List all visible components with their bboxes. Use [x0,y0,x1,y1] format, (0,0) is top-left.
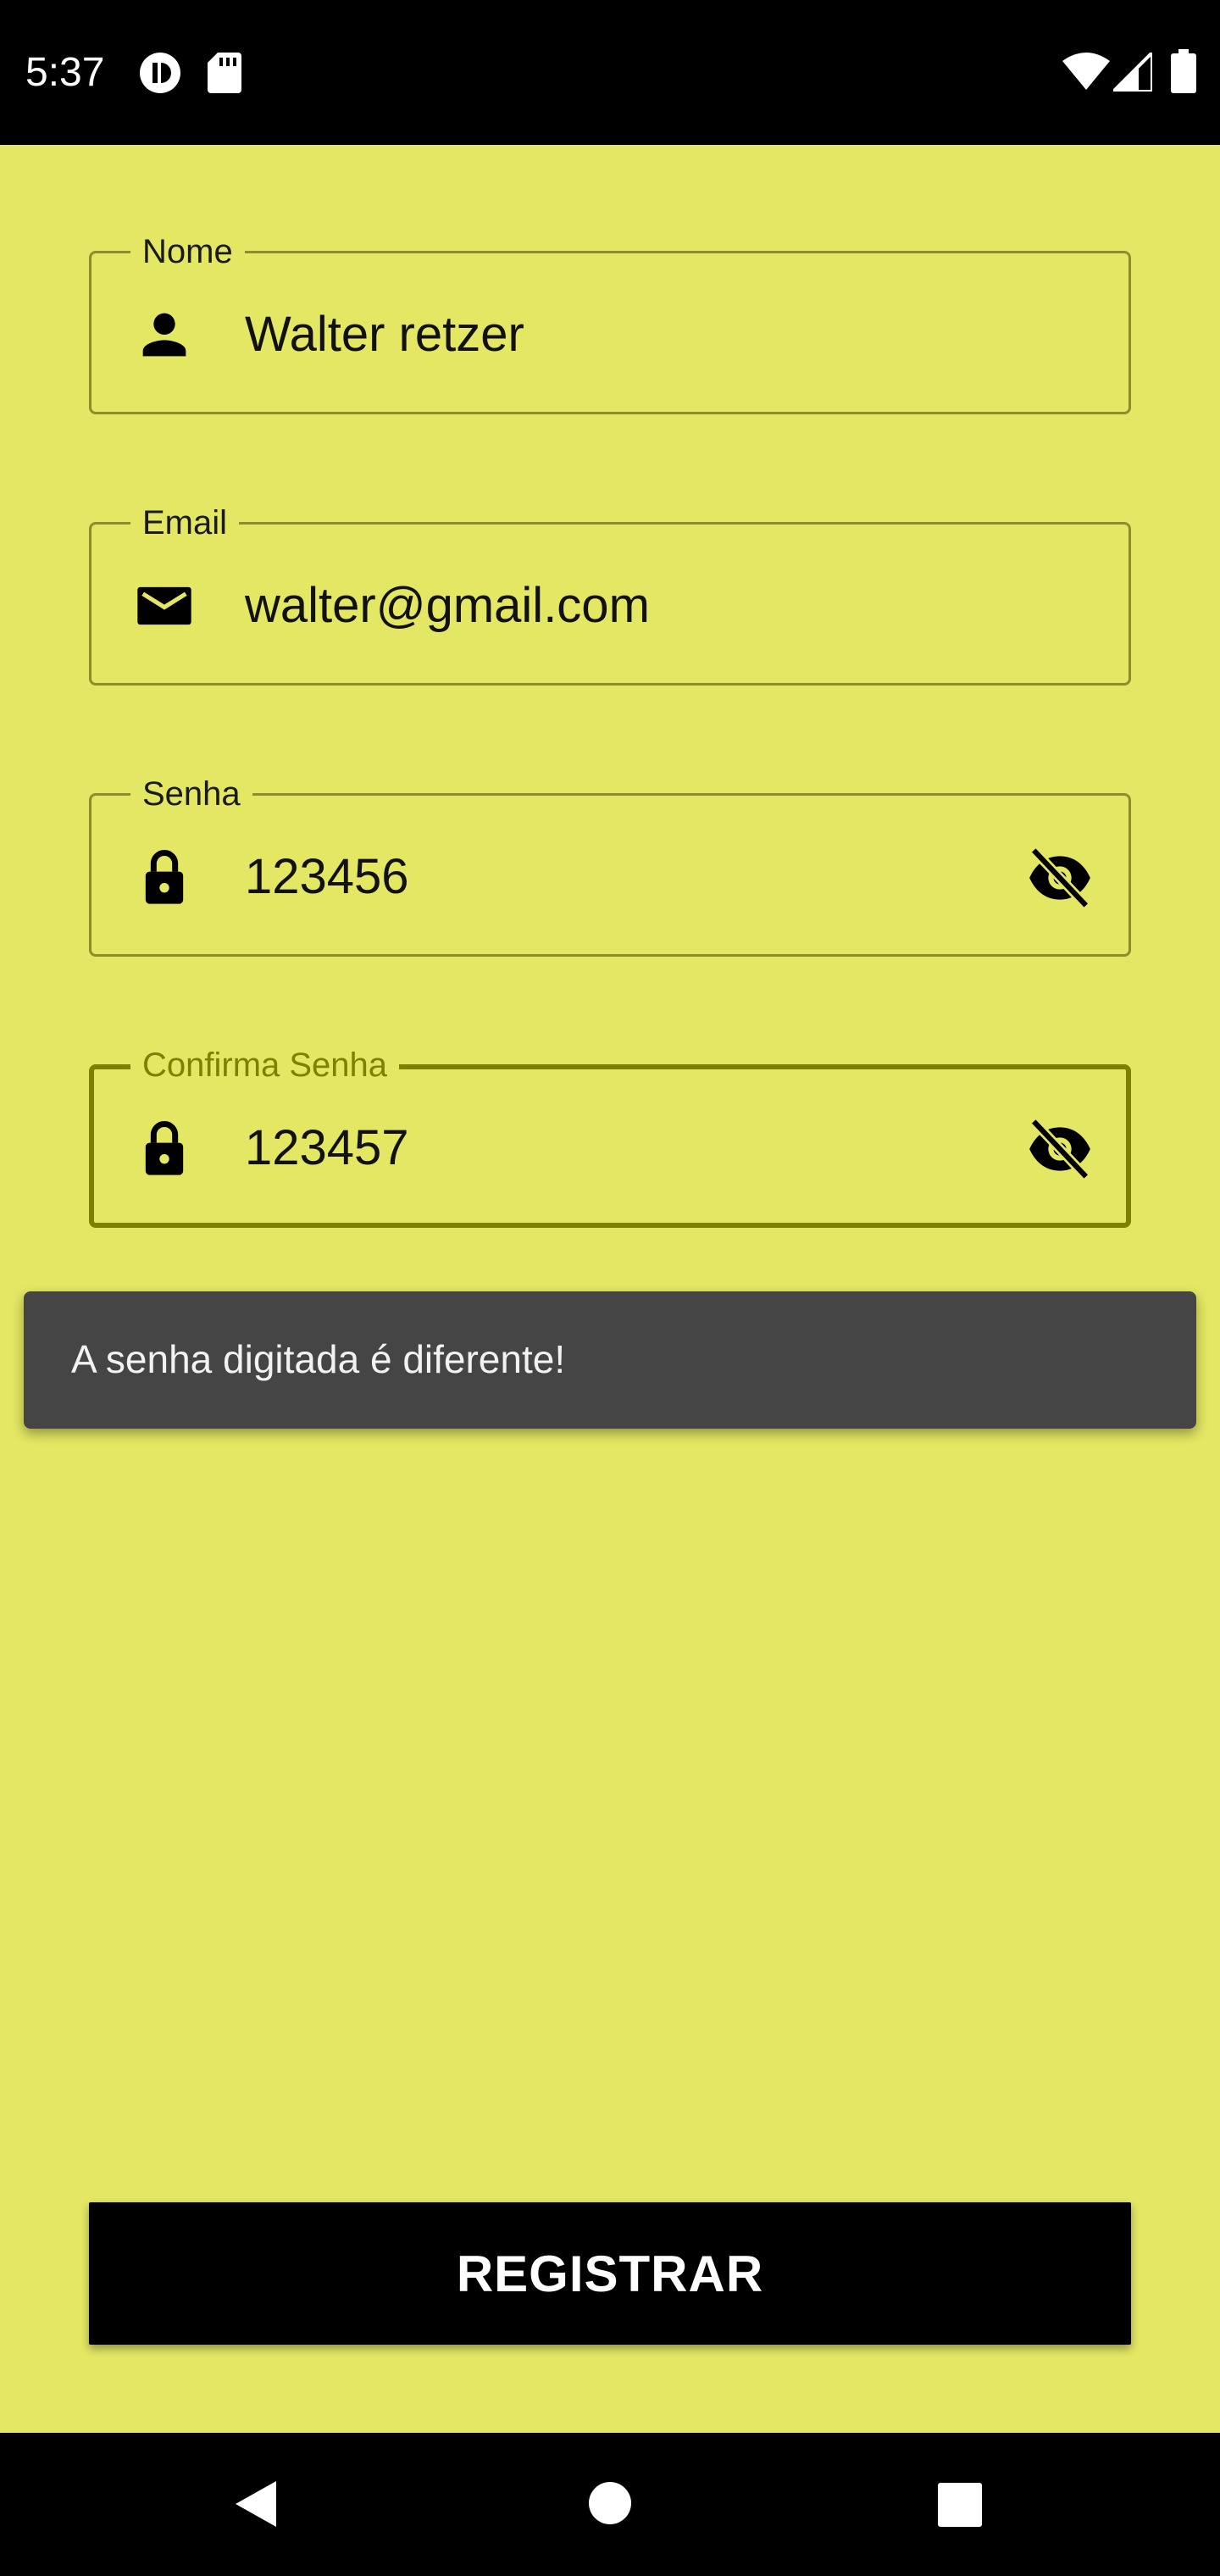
email-icon [137,586,191,625]
status-time: 5:37 [25,50,105,95]
navigation-bar [0,2433,1220,2576]
recents-icon[interactable] [938,2483,982,2527]
email-field[interactable]: Email walter@gmail.com [89,502,1131,686]
status-bar: 5:37 [0,0,1220,145]
back-icon[interactable] [230,2478,281,2530]
battery-icon [1171,49,1196,93]
lock-icon [145,850,184,904]
confirm-password-field[interactable]: Confirma Senha 123457 [89,1045,1131,1228]
signal-icon [1113,53,1152,92]
name-input[interactable]: Walter retzer [245,306,524,364]
password-field[interactable]: Senha 123456 [89,774,1131,957]
lock-icon [145,1121,184,1175]
wifi-icon [1062,53,1110,90]
email-field-label: Email [130,502,240,543]
error-snackbar: A senha digitada é diferente! [24,1291,1196,1429]
media-icon [140,53,180,93]
home-icon[interactable] [588,2481,632,2525]
sd-card-icon [208,53,241,93]
email-input[interactable]: walter@gmail.com [245,577,650,635]
visibility-off-icon[interactable] [1025,1114,1095,1184]
snackbar-message: A senha digitada é diferente! [71,1337,566,1381]
person-icon [142,313,186,357]
name-field-label: Nome [130,231,245,272]
name-field[interactable]: Nome Walter retzer [89,231,1131,414]
password-field-label: Senha [130,774,252,814]
confirm-password-input[interactable]: 123457 [245,1119,409,1177]
register-button[interactable]: REGISTRAR [89,2202,1131,2345]
password-input[interactable]: 123456 [245,848,409,906]
visibility-off-icon[interactable] [1025,843,1095,913]
confirm-password-field-label: Confirma Senha [130,1045,400,1085]
